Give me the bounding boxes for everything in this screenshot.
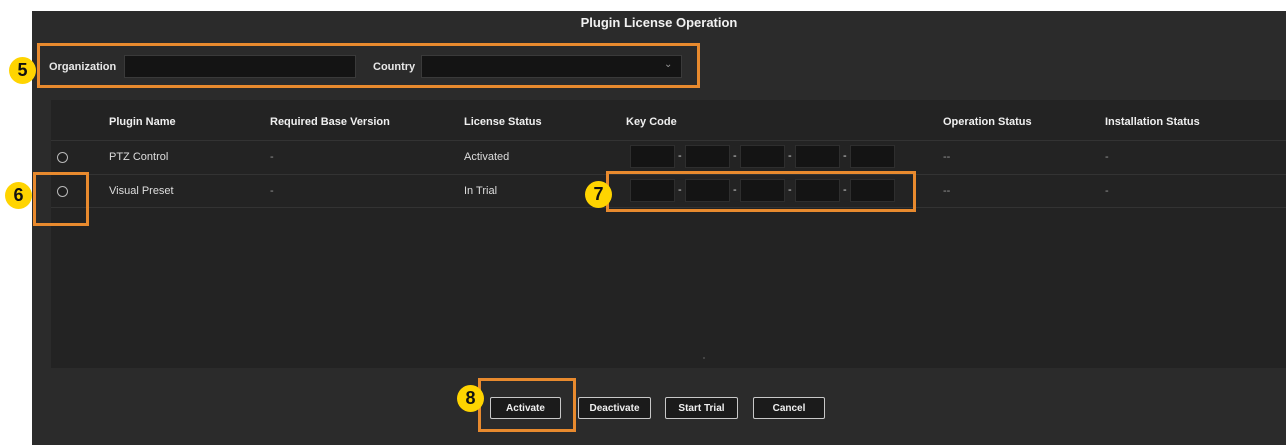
installation-status: - bbox=[1105, 151, 1109, 163]
callout-badge-6: 6 bbox=[5, 182, 32, 209]
scroll-indicator bbox=[703, 357, 705, 359]
operation-status: -- bbox=[943, 151, 951, 163]
header-divider bbox=[51, 140, 1286, 141]
required-base-version: - bbox=[270, 185, 274, 197]
installation-status: - bbox=[1105, 185, 1109, 197]
dialog-title: Plugin License Operation bbox=[580, 15, 738, 30]
key-separator: - bbox=[843, 150, 847, 162]
plugin-name: PTZ Control bbox=[109, 151, 169, 163]
license-status: Activated bbox=[464, 151, 510, 163]
highlight-box-6 bbox=[33, 172, 89, 226]
key-separator: - bbox=[733, 150, 737, 162]
highlight-box-5 bbox=[37, 43, 700, 88]
key-code-field[interactable] bbox=[795, 145, 840, 168]
callout-badge-5: 5 bbox=[9, 57, 36, 84]
key-code-field[interactable] bbox=[630, 145, 675, 168]
start-trial-button[interactable]: Start Trial bbox=[665, 397, 738, 419]
deactivate-button[interactable]: Deactivate bbox=[578, 397, 651, 419]
row-select-radio[interactable] bbox=[57, 152, 68, 163]
required-base-version: - bbox=[270, 151, 274, 163]
callout-badge-7: 7 bbox=[585, 181, 612, 208]
header-plugin-name: Plugin Name bbox=[109, 116, 176, 128]
key-separator: - bbox=[678, 150, 682, 162]
plugin-name: Visual Preset bbox=[109, 185, 174, 197]
key-code-field[interactable] bbox=[850, 145, 895, 168]
header-installation-status: Installation Status bbox=[1105, 116, 1200, 128]
highlight-box-7 bbox=[606, 171, 916, 212]
cancel-button[interactable]: Cancel bbox=[753, 397, 825, 419]
license-status: In Trial bbox=[464, 185, 498, 197]
header-key-code: Key Code bbox=[626, 116, 677, 128]
header-license-status: License Status bbox=[464, 116, 542, 128]
key-code-field[interactable] bbox=[685, 145, 730, 168]
key-code-field[interactable] bbox=[740, 145, 785, 168]
key-separator: - bbox=[788, 150, 792, 162]
header-operation-status: Operation Status bbox=[943, 116, 1032, 128]
operation-status: -- bbox=[943, 185, 951, 197]
callout-badge-8: 8 bbox=[457, 385, 484, 412]
header-required-base-version: Required Base Version bbox=[270, 116, 390, 128]
highlight-box-8 bbox=[478, 378, 576, 432]
